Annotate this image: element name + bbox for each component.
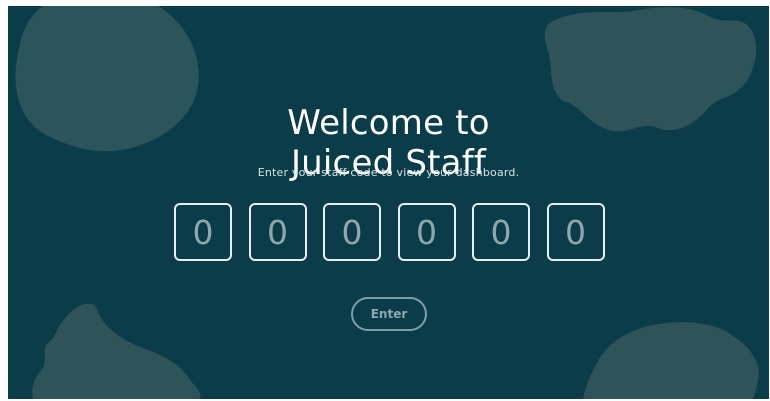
code-digit-2[interactable]: 0	[248, 203, 307, 261]
title-line-1: Welcome to	[287, 102, 490, 143]
enter-button[interactable]: Enter	[351, 297, 427, 331]
code-digit-3[interactable]: 0	[323, 203, 381, 261]
blob-bottom-right	[583, 322, 759, 399]
code-digit-1[interactable]: 0	[174, 203, 232, 261]
code-digit-5[interactable]: 0	[472, 203, 530, 261]
code-digit-4[interactable]: 0	[397, 203, 456, 261]
login-screen: Welcome to Juiced Staff Enter your staff…	[8, 6, 769, 399]
instruction-text: Enter your staff code to view your dashb…	[257, 166, 520, 179]
background-blobs	[15, 6, 759, 399]
blob-bottom-left	[32, 303, 201, 399]
code-digit-6[interactable]: 0	[546, 203, 605, 261]
